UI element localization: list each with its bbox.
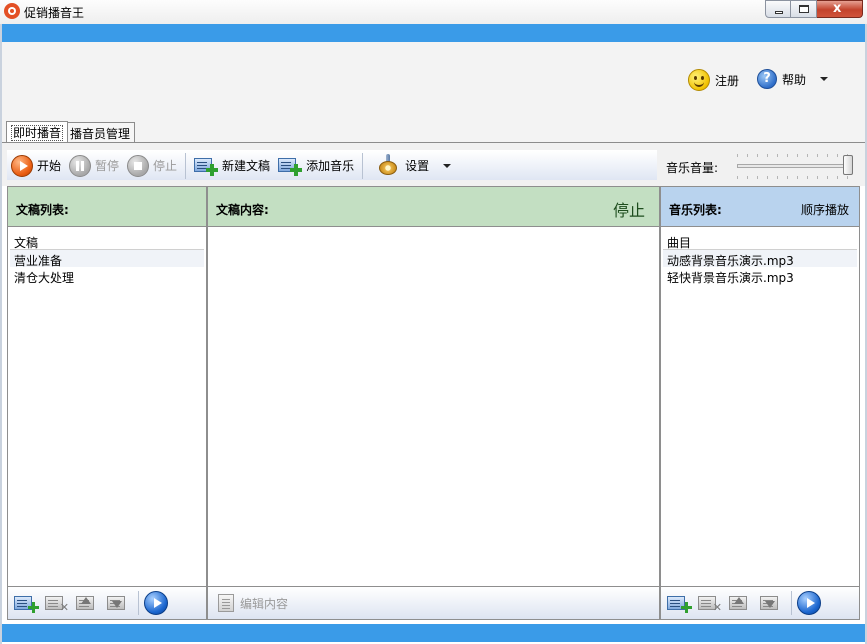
- volume-label: 音乐音量:: [666, 161, 719, 175]
- music-list: 曲目 动感背景音乐演示.mp3 轻快背景音乐演示.mp3: [663, 230, 857, 585]
- new-script-button[interactable]: 新建文稿: [190, 152, 274, 180]
- toolbar-divider: [362, 152, 364, 179]
- pause-icon: [69, 154, 92, 177]
- play-mode-button[interactable]: 顺序播放: [801, 201, 849, 218]
- play-icon: [11, 154, 33, 177]
- music-column-header[interactable]: 曲目: [663, 230, 857, 250]
- tab-label: 播音员管理: [70, 127, 131, 141]
- new-document-icon: [194, 156, 219, 176]
- add-music-file-button[interactable]: [667, 592, 693, 614]
- tab-bar: 即时播音 播音员管理: [2, 121, 865, 142]
- scripts-panel-title: 文稿列表:: [16, 203, 69, 217]
- content-panel-title: 文稿内容:: [216, 203, 269, 217]
- music-panel-header: 音乐列表: 顺序播放: [661, 187, 859, 227]
- list-item[interactable]: 动感背景音乐演示.mp3: [663, 250, 857, 268]
- move-up-button[interactable]: [76, 592, 102, 614]
- help-label: 帮助: [782, 72, 807, 87]
- playback-status: 停止: [612, 201, 645, 220]
- music-panel: 音乐列表: 顺序播放 曲目 动感背景音乐演示.mp3 轻快背景音乐演示.mp3 …: [660, 186, 860, 620]
- window-controls: x: [765, 0, 863, 18]
- content-panel-footer: 编辑内容: [208, 586, 659, 619]
- delete-music-button[interactable]: ✕: [698, 592, 724, 614]
- add-music-icon: [278, 156, 303, 176]
- stop-button[interactable]: 停止: [123, 152, 181, 180]
- top-accent-bar: [2, 24, 865, 42]
- music-panel-title: 音乐列表:: [669, 203, 722, 217]
- add-music-button[interactable]: 添加音乐: [274, 152, 358, 180]
- volume-slider-track[interactable]: [737, 164, 853, 168]
- register-label: 注册: [715, 73, 740, 88]
- minimize-button[interactable]: [765, 0, 791, 18]
- pause-button[interactable]: 暂停: [65, 152, 123, 180]
- help-icon: ?: [757, 69, 777, 89]
- scripts-panel-header: 文稿列表:: [8, 187, 206, 227]
- toolbar: 开始 暂停 停止 新建文稿 添加音乐 设置 音乐音量:: [2, 142, 865, 186]
- delete-script-button[interactable]: ✕: [45, 592, 71, 614]
- minimize-icon: [775, 11, 783, 14]
- settings-label: 设置: [405, 159, 430, 173]
- window-title: 促销播音王: [24, 6, 85, 20]
- list-item[interactable]: 清仓大处理: [10, 267, 204, 285]
- register-button[interactable]: 注册: [688, 69, 739, 91]
- bottom-accent-bar: [2, 624, 865, 642]
- move-down-button[interactable]: [760, 592, 786, 614]
- scripts-column-header[interactable]: 文稿: [10, 230, 204, 250]
- tab-live-broadcast[interactable]: 即时播音: [6, 121, 69, 142]
- app-logo-icon: [4, 3, 20, 19]
- maximize-button[interactable]: [791, 0, 817, 18]
- add-music-label: 添加音乐: [306, 159, 355, 173]
- footer-divider: [791, 591, 792, 615]
- chevron-down-icon[interactable]: [820, 77, 829, 81]
- start-label: 开始: [37, 159, 62, 173]
- scripts-panel-footer: ✕: [8, 586, 206, 619]
- toolbar-buttons: 开始 暂停 停止 新建文稿 添加音乐 设置: [7, 150, 657, 180]
- volume-slider-thumb[interactable]: [843, 155, 853, 175]
- content-panel: 文稿内容: 停止 编辑内容: [207, 186, 660, 620]
- close-button[interactable]: x: [817, 0, 863, 18]
- help-button[interactable]: ? 帮助: [757, 69, 829, 89]
- list-item[interactable]: 营业准备: [10, 250, 204, 268]
- header-area: 注册 ? 帮助: [2, 42, 865, 122]
- tab-label: 即时播音: [11, 125, 64, 141]
- move-down-button[interactable]: [107, 592, 133, 614]
- edit-content-button[interactable]: 编辑内容: [240, 595, 288, 612]
- chevron-down-icon[interactable]: [443, 163, 452, 168]
- scripts-list: 文稿 营业准备 清仓大处理: [10, 230, 204, 585]
- start-button[interactable]: 开始: [7, 152, 65, 180]
- smiley-icon: [688, 69, 710, 91]
- footer-divider: [138, 591, 139, 615]
- scripts-panel: 文稿列表: 文稿 营业准备 清仓大处理 ✕: [7, 186, 207, 620]
- content-area[interactable]: [210, 230, 657, 585]
- play-script-button[interactable]: [144, 591, 168, 615]
- new-script-label: 新建文稿: [222, 159, 271, 173]
- close-icon: x: [833, 1, 842, 16]
- move-up-button[interactable]: [729, 592, 755, 614]
- list-item[interactable]: 轻快背景音乐演示.mp3: [663, 267, 857, 285]
- play-music-button[interactable]: [797, 591, 821, 615]
- settings-icon: [377, 153, 401, 178]
- stop-label: 停止: [153, 159, 178, 173]
- title-bar: 促销播音王 x: [0, 0, 867, 24]
- content-panel-header: 文稿内容: 停止: [208, 187, 659, 227]
- add-script-button[interactable]: [14, 592, 40, 614]
- tab-announcer-management[interactable]: 播音员管理: [65, 122, 136, 142]
- edit-document-icon: [218, 594, 234, 612]
- toolbar-divider: [185, 152, 187, 179]
- stop-icon: [127, 154, 150, 177]
- pause-label: 暂停: [95, 159, 120, 173]
- music-panel-footer: ✕: [661, 586, 859, 619]
- maximize-icon: [799, 5, 809, 13]
- settings-button[interactable]: 设置: [367, 152, 455, 180]
